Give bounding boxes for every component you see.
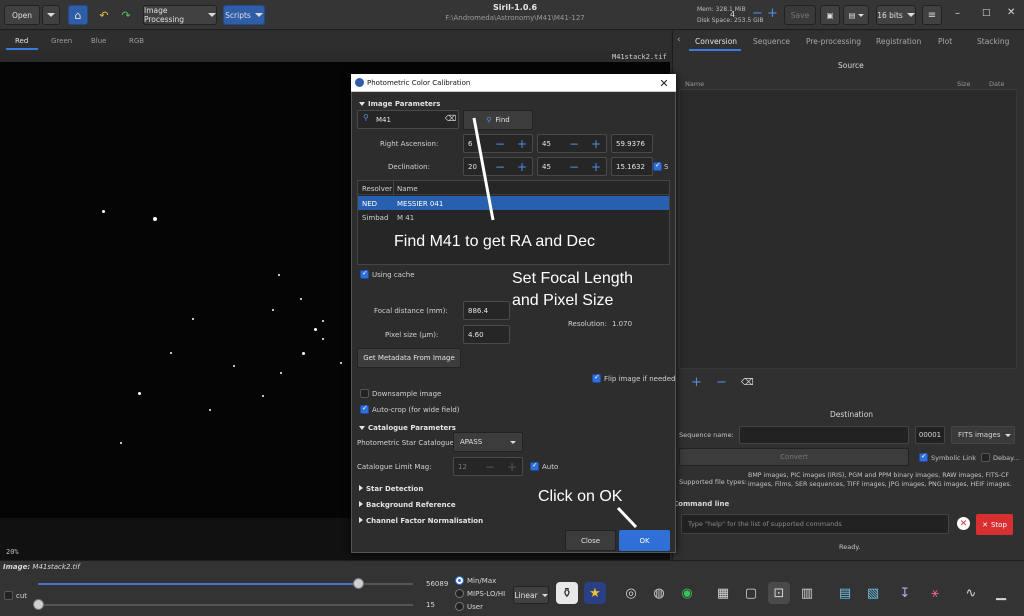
annotation-focal-line2: and Pixel Size	[512, 292, 614, 309]
ok-annotation-line	[616, 506, 638, 529]
annotation-focal-line1: Set Focal Length	[512, 270, 633, 287]
annotation-find: Find M41 to get RA and Dec	[394, 233, 595, 250]
find-annotation-line	[472, 117, 495, 221]
annotation-ok: Click on OK	[538, 488, 623, 505]
